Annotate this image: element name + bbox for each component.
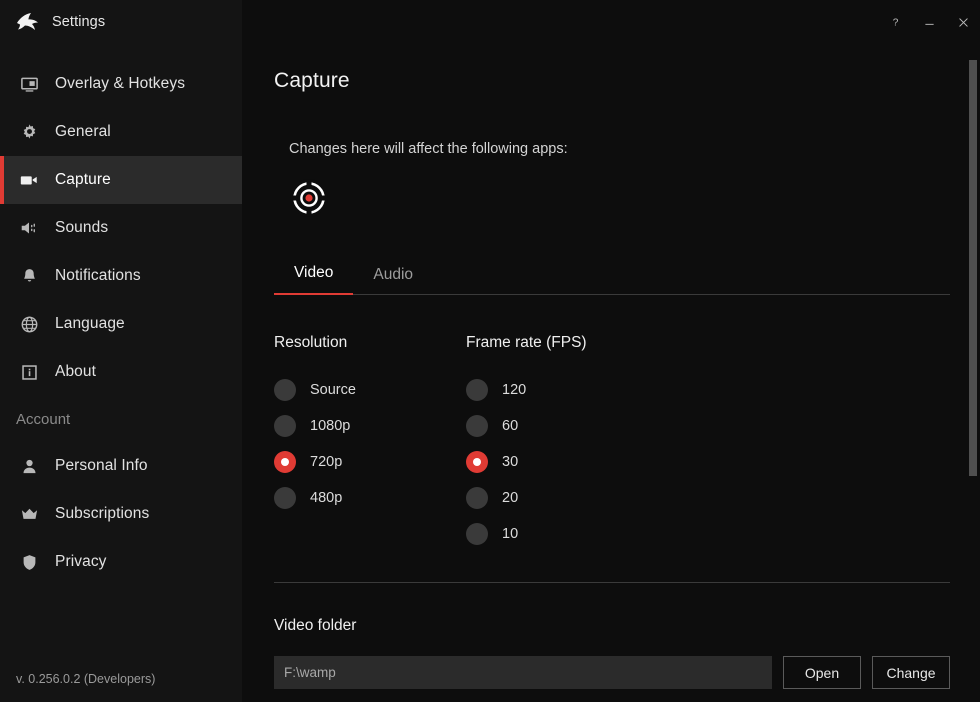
radio-resolution-720p[interactable]: 720p xyxy=(274,444,466,480)
video-folder-title: Video folder xyxy=(274,617,357,634)
window-controls: ? xyxy=(878,0,980,44)
sidebar-item-label: Language xyxy=(55,315,125,332)
radio-label: Source xyxy=(310,382,356,398)
affected-apps-list xyxy=(289,178,948,218)
radio-resolution-480p[interactable]: 480p xyxy=(274,480,466,516)
svg-text:?: ? xyxy=(892,17,898,27)
sidebar-item-label: Sounds xyxy=(55,219,109,236)
video-settings-groups: Resolution Source 1080p 720p 480p Frame … xyxy=(274,334,948,552)
bell-icon xyxy=(16,263,42,289)
radio-resolution-source[interactable]: Source xyxy=(274,372,466,408)
sidebar-nav: Overlay & Hotkeys General Capture Sounds… xyxy=(0,44,242,586)
sidebar-item-label: Personal Info xyxy=(55,457,148,474)
open-folder-button[interactable]: Open xyxy=(783,656,861,689)
radio-fps-60[interactable]: 60 xyxy=(466,408,587,444)
window-title: Settings xyxy=(52,14,106,30)
radio-indicator xyxy=(466,379,488,401)
person-icon xyxy=(16,453,42,479)
affected-apps-note: Changes here will affect the following a… xyxy=(289,141,568,157)
radio-fps-120[interactable]: 120 xyxy=(466,372,587,408)
radio-label: 1080p xyxy=(310,418,351,434)
sidebar-item-language[interactable]: Language xyxy=(0,300,242,348)
radio-indicator-selected xyxy=(274,451,296,473)
radio-fps-30[interactable]: 30 xyxy=(466,444,587,480)
radio-label: 30 xyxy=(502,454,519,470)
info-icon xyxy=(16,359,42,385)
sidebar-item-capture[interactable]: Capture xyxy=(0,156,242,204)
close-icon[interactable] xyxy=(946,0,980,44)
title-bar-left: Settings xyxy=(0,0,242,44)
app-version: v. 0.256.0.2 (Developers) xyxy=(16,672,156,686)
radio-indicator xyxy=(274,415,296,437)
shark-logo-icon xyxy=(15,11,41,33)
target-crosshair-app-icon[interactable] xyxy=(289,178,329,218)
title-bar: Settings ? xyxy=(0,0,980,44)
page-title: Capture xyxy=(274,69,350,92)
tab-video[interactable]: Video xyxy=(274,260,354,295)
sidebar-section-account: Account xyxy=(16,410,71,428)
gear-icon xyxy=(16,119,42,145)
sidebar-item-label: Privacy xyxy=(55,553,107,570)
sidebar-item-label: Overlay & Hotkeys xyxy=(55,75,186,92)
radio-label: 720p xyxy=(310,454,343,470)
overlay-monitor-icon xyxy=(16,71,42,97)
sidebar-footer: v. 0.256.0.2 (Developers) xyxy=(0,672,242,702)
window-body: Overlay & Hotkeys General Capture Sounds… xyxy=(0,44,980,702)
radio-indicator xyxy=(274,487,296,509)
title-bar-drag-region xyxy=(242,0,878,44)
sidebar-item-notifications[interactable]: Notifications xyxy=(0,252,242,300)
main-inner: Capture Changes here will affect the fol… xyxy=(242,44,980,689)
section-divider xyxy=(274,582,950,583)
change-folder-button[interactable]: Change xyxy=(872,656,950,689)
sidebar-item-label: Notifications xyxy=(55,267,141,284)
radio-indicator xyxy=(466,415,488,437)
video-folder-path-input[interactable] xyxy=(274,656,772,689)
radio-label: 120 xyxy=(502,382,527,398)
sidebar-item-sounds[interactable]: Sounds xyxy=(0,204,242,252)
sidebar-item-label: Capture xyxy=(55,171,111,188)
radio-indicator xyxy=(466,523,488,545)
sidebar: Overlay & Hotkeys General Capture Sounds… xyxy=(0,44,242,702)
radio-label: 20 xyxy=(502,490,519,506)
framerate-group: Frame rate (FPS) 120 60 30 20 10 xyxy=(466,334,587,552)
sidebar-item-privacy[interactable]: Privacy xyxy=(0,538,242,586)
radio-indicator xyxy=(466,487,488,509)
sidebar-item-general[interactable]: General xyxy=(0,108,242,156)
settings-window: Settings ? Overlay & Hotkeys General Cap… xyxy=(0,0,980,702)
minimize-icon[interactable] xyxy=(912,0,946,44)
globe-icon xyxy=(16,311,42,337)
radio-indicator xyxy=(274,379,296,401)
sidebar-item-label: General xyxy=(55,123,111,140)
crown-icon xyxy=(16,501,42,527)
main-content: Capture Changes here will affect the fol… xyxy=(242,44,980,702)
scrollbar-thumb[interactable] xyxy=(969,60,977,476)
sidebar-item-about[interactable]: About xyxy=(0,348,242,396)
resolution-group: Resolution Source 1080p 720p 480p xyxy=(274,334,466,552)
main-scrollbar[interactable] xyxy=(966,44,980,702)
help-icon[interactable]: ? xyxy=(878,0,912,44)
video-folder-row: Open Change xyxy=(274,656,950,689)
radio-resolution-1080p[interactable]: 1080p xyxy=(274,408,466,444)
radio-label: 10 xyxy=(502,526,519,542)
sidebar-item-label: About xyxy=(55,363,97,380)
video-camera-icon xyxy=(16,167,42,193)
sidebar-item-personal-info[interactable]: Personal Info xyxy=(0,442,242,490)
radio-label: 480p xyxy=(310,490,343,506)
capture-tabs: Video Audio xyxy=(274,259,950,295)
shield-icon xyxy=(16,549,42,575)
radio-indicator-selected xyxy=(466,451,488,473)
tab-audio[interactable]: Audio xyxy=(353,262,433,295)
resolution-title: Resolution xyxy=(274,334,348,351)
framerate-title: Frame rate (FPS) xyxy=(466,334,587,351)
radio-fps-10[interactable]: 10 xyxy=(466,516,587,552)
sidebar-item-label: Subscriptions xyxy=(55,505,150,522)
speaker-icon xyxy=(16,215,42,241)
sidebar-item-overlay-hotkeys[interactable]: Overlay & Hotkeys xyxy=(0,60,242,108)
radio-label: 60 xyxy=(502,418,519,434)
sidebar-item-subscriptions[interactable]: Subscriptions xyxy=(0,490,242,538)
radio-fps-20[interactable]: 20 xyxy=(466,480,587,516)
